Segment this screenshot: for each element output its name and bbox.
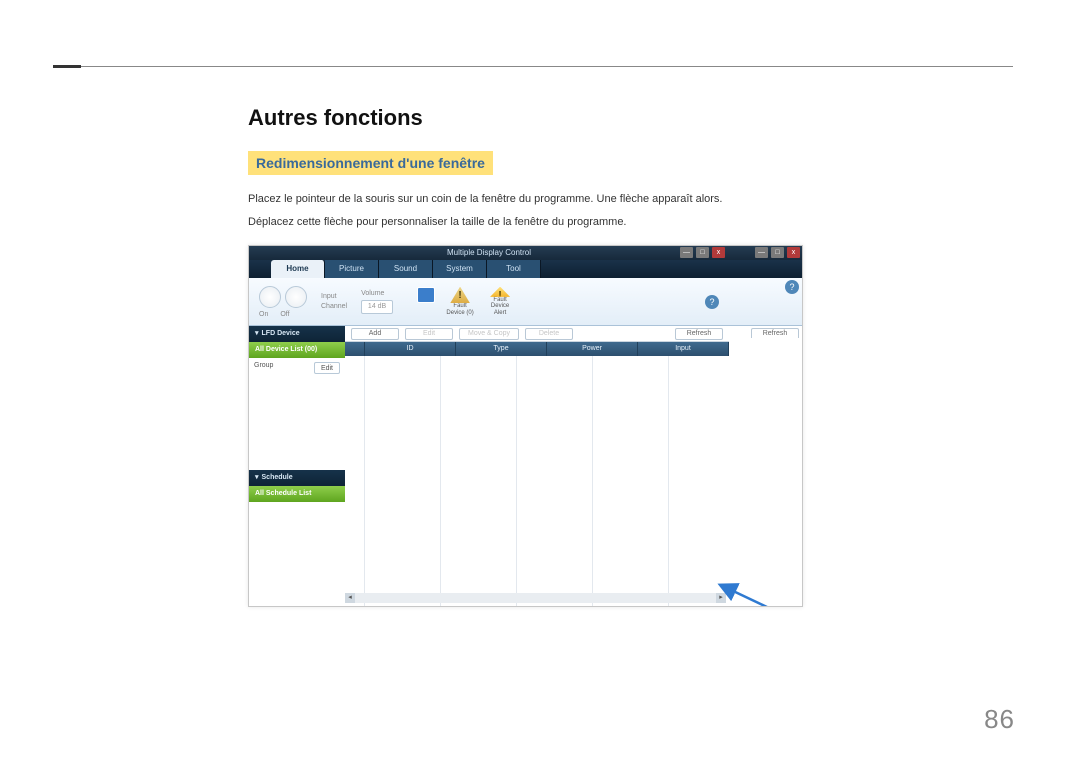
power-on-label: On [259, 311, 268, 318]
header-rule [53, 66, 1013, 67]
grid-header-blank [345, 342, 365, 356]
secondary-grid-body [729, 338, 803, 606]
fault-device-alert[interactable]: Fault Device Alert [485, 287, 515, 317]
horizontal-scrollbar[interactable]: ◂ ▸ [345, 593, 726, 603]
main-window: Multiple Display Control — □ x Home Pict… [249, 246, 729, 606]
help-icon[interactable]: ? [785, 280, 799, 294]
page-heading: Autres fonctions [248, 105, 1018, 131]
sidebar-lfd-device[interactable]: ▾LFD Device [249, 326, 345, 342]
caret-down-icon: ▾ [255, 474, 259, 481]
tab-home[interactable]: Home [271, 260, 325, 278]
secondary-tabstrip [729, 260, 803, 278]
alert-icons-group: Fault Device (0) Fault Device Alert [417, 287, 515, 317]
grid-header-row: ID Type Power Input [345, 342, 729, 356]
sidebar: ▾LFD Device All Device List (00) Group E… [249, 326, 345, 606]
power-off-label: Off [280, 311, 289, 318]
tab-system[interactable]: System [433, 260, 487, 278]
ribbon-input-group: Input Channel [321, 293, 347, 310]
scroll-left-icon[interactable]: ◂ [345, 593, 355, 603]
section-subheading: Redimensionnement d'une fenêtre [248, 151, 493, 175]
grid-column-lines [345, 356, 729, 606]
close-button[interactable]: x [712, 247, 725, 258]
grid-toolbar: Add Edit Move & Copy Delete Refresh [345, 326, 729, 342]
header-rule-accent [53, 65, 81, 68]
warning-icon [450, 287, 470, 304]
scroll-right-icon[interactable]: ▸ [716, 593, 726, 603]
power-on-button[interactable] [259, 286, 281, 308]
help-icon[interactable]: ? [705, 295, 719, 309]
secondary-ribbon: ? [729, 278, 803, 326]
app-title: Multiple Display Control [447, 248, 531, 257]
maximize-button[interactable]: □ [696, 247, 709, 258]
grid-header-type[interactable]: Type [456, 342, 547, 356]
sidebar-group-edit-button[interactable]: Edit [314, 362, 340, 374]
close-button[interactable]: x [787, 247, 800, 258]
title-bar: Multiple Display Control — □ x [249, 246, 729, 260]
warning-icon [490, 287, 510, 297]
tab-tool[interactable]: Tool [487, 260, 541, 278]
minimize-button[interactable]: — [755, 247, 768, 258]
volume-value-button[interactable]: 14 dB [361, 300, 393, 314]
secondary-window: — □ x ? Refresh Setting [729, 246, 803, 606]
add-button[interactable]: Add [351, 328, 399, 340]
paragraph-1: Placez le pointeur de la souris sur un c… [248, 191, 1018, 208]
grid-body [345, 356, 729, 606]
tab-picture[interactable]: Picture [325, 260, 379, 278]
caret-down-icon: ▾ [255, 330, 259, 337]
content-column: Autres fonctions Redimensionnement d'une… [248, 105, 1018, 607]
delete-button[interactable]: Delete [525, 328, 573, 340]
window-controls: — □ x [680, 247, 725, 258]
grid-pane: Add Edit Move & Copy Delete Refresh ID T… [345, 326, 729, 606]
ribbon-volume-group: Volume 14 dB [361, 290, 393, 314]
grid-header-id[interactable]: ID [365, 342, 456, 356]
grid-header-input[interactable]: Input [638, 342, 729, 356]
monitor-icon [417, 287, 435, 303]
edit-button[interactable]: Edit [405, 328, 453, 340]
page-number: 86 [984, 704, 1015, 735]
move-copy-button[interactable]: Move & Copy [459, 328, 519, 340]
power-off-button[interactable] [285, 286, 307, 308]
sidebar-all-device-list[interactable]: All Device List (00) [249, 342, 345, 358]
minimize-button[interactable]: — [680, 247, 693, 258]
secondary-titlebar: — □ x [729, 246, 803, 260]
app-screenshot: Multiple Display Control — □ x Home Pict… [248, 245, 803, 607]
tab-strip: Home Picture Sound System Tool [249, 260, 729, 278]
maximize-button[interactable]: □ [771, 247, 784, 258]
sidebar-empty [249, 502, 345, 606]
sidebar-all-schedule-list[interactable]: All Schedule List [249, 486, 345, 502]
sidebar-schedule[interactable]: ▾Schedule [249, 470, 345, 486]
ribbon-power-group: On Off [259, 286, 307, 318]
channel-label: Channel [321, 303, 347, 310]
ribbon: On Off Input Channel Volume 14 dB [249, 278, 729, 326]
tab-sound[interactable]: Sound [379, 260, 433, 278]
volume-label: Volume [361, 290, 393, 297]
grid-header-power[interactable]: Power [547, 342, 638, 356]
sidebar-group-label: Group [254, 362, 273, 369]
fault-device-count[interactable]: Fault Device (0) [445, 287, 475, 317]
refresh-button[interactable]: Refresh [675, 328, 723, 340]
work-zone: ▾LFD Device All Device List (00) Group E… [249, 326, 729, 606]
paragraph-2: Déplacez cette flèche pour personnaliser… [248, 214, 1018, 231]
input-label: Input [321, 293, 347, 300]
sidebar-group-row: Group Edit [249, 358, 345, 470]
